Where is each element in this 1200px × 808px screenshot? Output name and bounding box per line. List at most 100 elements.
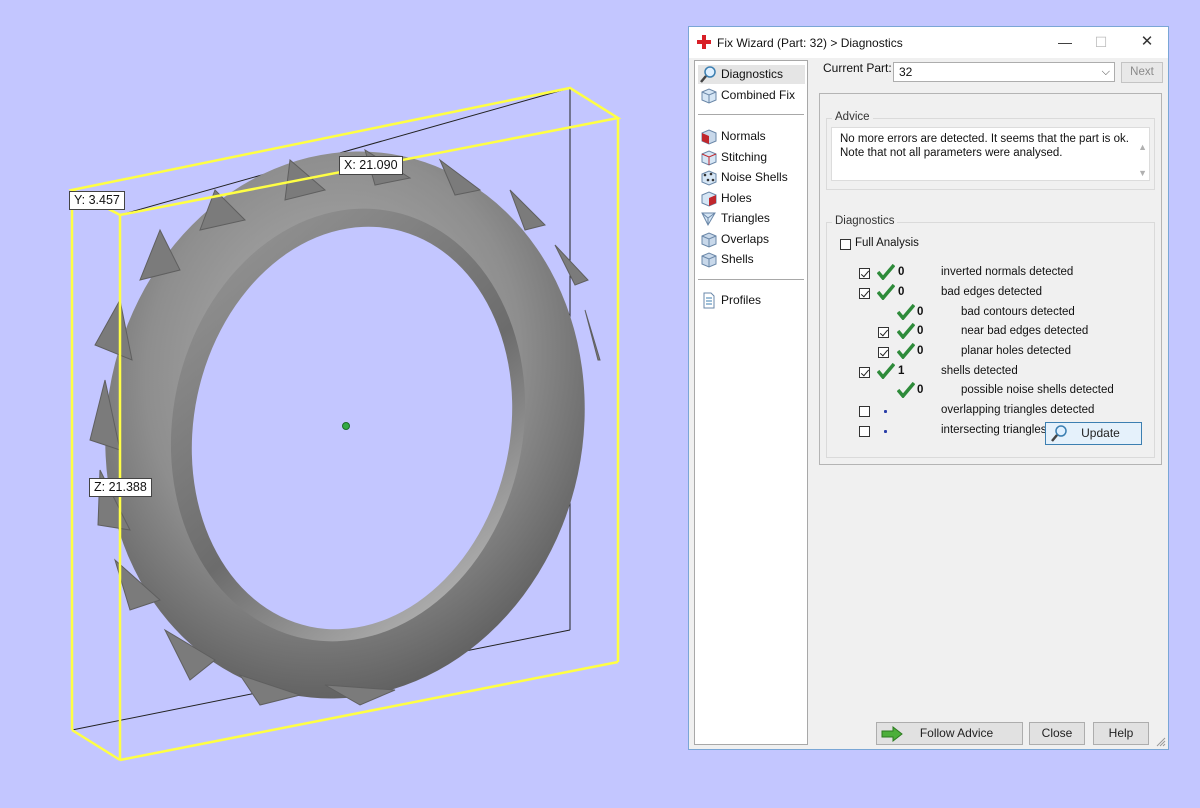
green-check-icon <box>877 363 895 379</box>
window-title: Fix Wizard (Part: 32) > Diagnostics <box>717 36 903 50</box>
advice-line-1: No more errors are detected. It seems th… <box>840 133 1129 145</box>
update-button[interactable]: Update <box>1045 422 1142 445</box>
update-label: Update <box>1081 426 1120 440</box>
advice-line-2: Note that not all parameters were analys… <box>840 147 1063 159</box>
near-bad-edges-label: near bad edges detected <box>961 325 1089 337</box>
shells-cube-icon <box>701 252 717 268</box>
inverted-normals-label: inverted normals detected <box>941 266 1074 278</box>
help-button[interactable]: Help <box>1093 722 1149 745</box>
pending-dot-icon <box>884 410 887 413</box>
green-check-icon <box>877 284 895 300</box>
center-point <box>342 422 350 430</box>
green-check-icon <box>897 323 915 339</box>
cube-icon <box>701 88 717 104</box>
scene-canvas[interactable] <box>0 0 686 803</box>
title-bar[interactable]: Fix Wizard (Part: 32) > Diagnostics — ☐ … <box>689 27 1168 58</box>
y-dimension-label: Y: 3.457 <box>69 191 125 210</box>
nav-label: Overlaps <box>721 232 770 246</box>
nav-item-combined-fix[interactable]: Combined Fix <box>698 86 795 105</box>
nav-item-triangles[interactable]: Triangles <box>698 209 770 228</box>
holes-cube-icon <box>701 191 717 207</box>
planar-holes-label: planar holes detected <box>961 345 1071 357</box>
full-analysis-label: Full Analysis <box>855 237 919 249</box>
planar-holes-count: 0 <box>917 345 924 357</box>
follow-advice-label: Follow Advice <box>919 726 994 740</box>
diagnostics-title: Diagnostics <box>832 215 898 227</box>
near-bad-edges-checkbox[interactable] <box>878 327 889 338</box>
nav-label: Profiles <box>721 293 762 307</box>
follow-advice-button[interactable]: Follow Advice <box>876 722 1023 745</box>
shells-count: 1 <box>898 365 905 377</box>
3d-viewport[interactable]: X: 21.090 Y: 3.457 Z: 21.388 <box>0 0 686 803</box>
magnifier-icon <box>1051 425 1067 442</box>
overlapping-triangles-label: overlapping triangles detected <box>941 404 1095 416</box>
nav-separator <box>698 279 804 280</box>
bad-edges-checkbox[interactable] <box>859 288 870 299</box>
intersecting-triangles-checkbox[interactable] <box>859 426 870 437</box>
nav-label: Diagnostics <box>721 67 784 81</box>
triangles-icon <box>701 212 716 227</box>
nav-item-stitching[interactable]: Stitching <box>698 148 767 167</box>
current-part-select[interactable]: 32 ⌵ <box>893 62 1115 82</box>
inverted-normals-checkbox[interactable] <box>859 268 870 279</box>
noise-shells-count: 0 <box>917 384 924 396</box>
magnifier-icon <box>700 66 716 83</box>
nav-label: Normals <box>721 129 766 143</box>
nav-item-shells[interactable]: Shells <box>698 250 754 269</box>
maximize-button[interactable]: ☐ <box>1089 32 1113 52</box>
full-analysis-checkbox[interactable] <box>840 239 851 250</box>
overlapping-triangles-checkbox[interactable] <box>859 406 870 417</box>
current-part-value: 32 <box>899 65 913 79</box>
close-button[interactable]: Close <box>1029 722 1085 745</box>
stitching-cube-icon <box>701 150 717 166</box>
minimize-button[interactable]: — <box>1053 32 1077 52</box>
close-window-button[interactable]: ✕ <box>1135 32 1159 52</box>
bad-contours-label: bad contours detected <box>961 306 1075 318</box>
normals-cube-icon <box>701 129 717 145</box>
nav-label: Noise Shells <box>721 170 788 184</box>
advice-title: Advice <box>832 111 873 123</box>
bad-contours-count: 0 <box>917 306 924 318</box>
advice-group: Advice No more errors are detected. It s… <box>826 111 1155 190</box>
nav-item-normals[interactable]: Normals <box>698 127 766 146</box>
chevron-down-icon: ⌵ <box>1101 66 1110 78</box>
planar-holes-checkbox[interactable] <box>878 347 889 358</box>
green-check-icon <box>897 343 915 359</box>
overlaps-cube-icon <box>701 232 717 248</box>
nav-separator <box>698 114 804 115</box>
noise-shells-label: possible noise shells detected <box>961 384 1114 396</box>
nav-item-overlaps[interactable]: Overlaps <box>698 230 769 249</box>
fix-wizard-window: Fix Wizard (Part: 32) > Diagnostics — ☐ … <box>688 26 1169 750</box>
bad-edges-count: 0 <box>898 286 905 298</box>
nav-item-profiles[interactable]: Profiles <box>698 291 761 310</box>
nav-item-diagnostics[interactable]: Diagnostics <box>698 65 805 84</box>
nav-label: Shells <box>721 252 754 266</box>
nav-item-holes[interactable]: Holes <box>698 189 752 208</box>
inverted-normals-count: 0 <box>898 266 905 278</box>
green-check-icon <box>897 382 915 398</box>
pending-dot-icon <box>884 430 887 433</box>
next-button[interactable]: Next <box>1121 62 1163 83</box>
nav-label: Combined Fix <box>721 88 796 102</box>
noise-shells-icon <box>701 170 717 186</box>
shells-label: shells detected <box>941 365 1018 377</box>
nav-label: Triangles <box>721 211 770 225</box>
advice-text-box[interactable]: No more errors are detected. It seems th… <box>831 127 1150 181</box>
diagnostics-panel: Advice No more errors are detected. It s… <box>819 93 1162 465</box>
green-check-icon <box>897 304 915 320</box>
red-cross-icon <box>697 35 711 49</box>
nav-label: Holes <box>721 191 752 205</box>
wizard-nav-panel: Diagnostics Combined Fix Normals Stitchi… <box>694 60 808 745</box>
green-arrow-right-icon <box>881 726 903 742</box>
z-dimension-label: Z: 21.388 <box>89 478 152 497</box>
current-part-label: Current Part: <box>823 61 892 75</box>
scrollbar[interactable]: ▲ ▼ <box>1138 134 1147 186</box>
x-dimension-label: X: 21.090 <box>339 156 403 175</box>
green-check-icon <box>877 264 895 280</box>
shells-checkbox[interactable] <box>859 367 870 378</box>
profiles-document-icon <box>703 292 715 309</box>
nav-label: Stitching <box>721 150 768 164</box>
bad-edges-label: bad edges detected <box>941 286 1043 298</box>
nav-item-noise-shells[interactable]: Noise Shells <box>698 168 788 187</box>
resize-grip-icon[interactable] <box>1156 737 1166 747</box>
